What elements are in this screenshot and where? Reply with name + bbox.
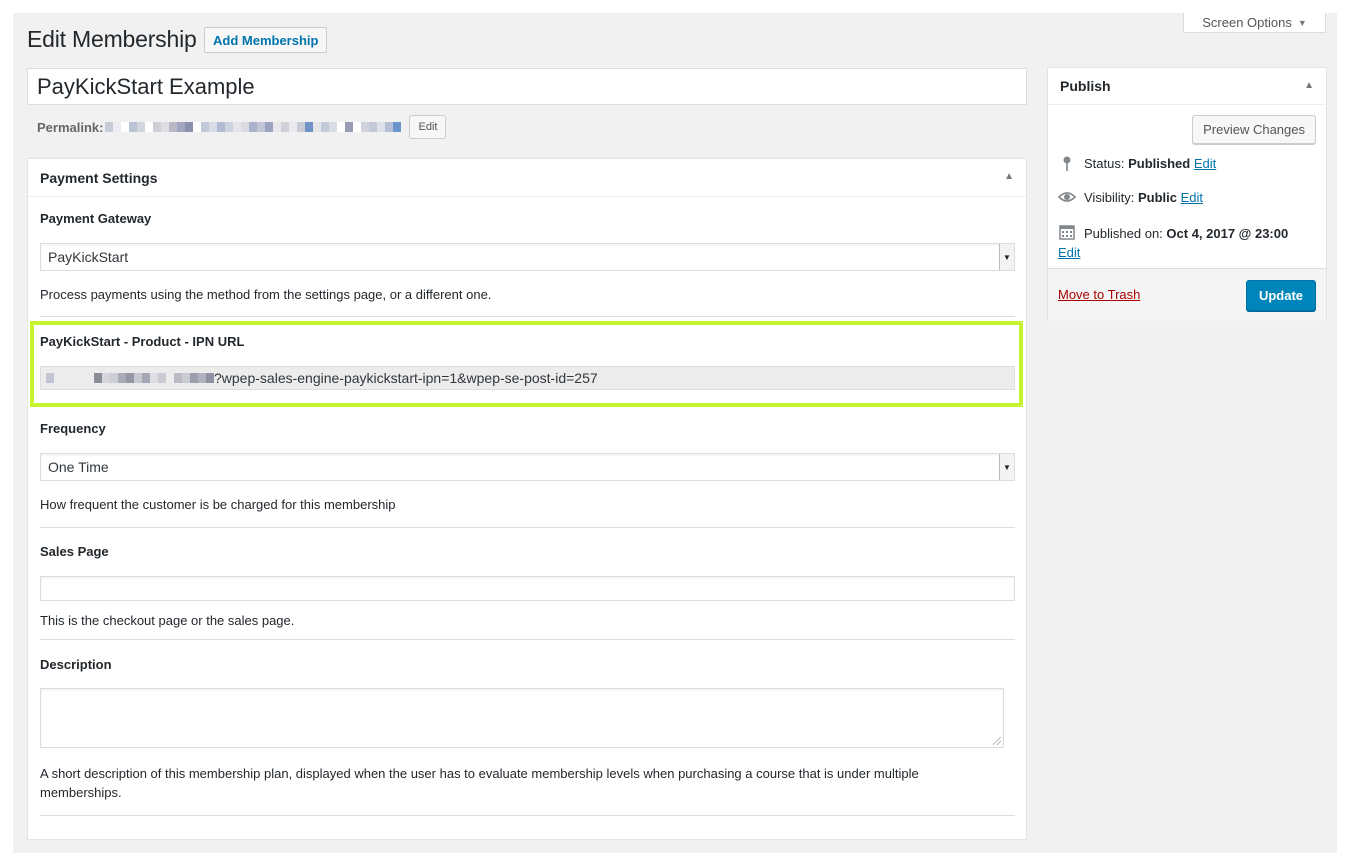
divider: [40, 527, 1015, 528]
dropdown-arrow-icon: ▼: [999, 454, 1014, 480]
payment-settings-box: Payment Settings ▲ Payment Gateway PayKi…: [27, 158, 1027, 840]
page-title: Edit Membership: [27, 26, 197, 52]
add-membership-button[interactable]: Add Membership: [204, 27, 328, 53]
frequency-selected: One Time: [48, 459, 109, 475]
post-title-input[interactable]: [27, 68, 1027, 105]
ipn-url-redacted-prefix: [46, 373, 214, 383]
sales-page-description: This is the checkout page or the sales p…: [40, 613, 295, 628]
payment-settings-title: Payment Settings: [40, 169, 158, 186]
published-on-label: Published on:: [1084, 226, 1163, 241]
status-value: Published: [1128, 156, 1191, 171]
divider: [40, 815, 1015, 816]
divider: [40, 639, 1015, 640]
description-textarea[interactable]: [40, 688, 1004, 748]
payment-gateway-select[interactable]: PayKickStart ▼: [40, 243, 1015, 271]
payment-gateway-selected: PayKickStart: [48, 249, 129, 265]
frequency-select[interactable]: One Time ▼: [40, 453, 1015, 481]
preview-changes-button[interactable]: Preview Changes: [1192, 115, 1316, 144]
sales-page-input[interactable]: [40, 576, 1015, 601]
visibility-value: Public: [1137, 190, 1177, 205]
status-edit-link[interactable]: Edit: [1194, 156, 1216, 171]
description-help-text: A short description of this membership p…: [40, 766, 919, 800]
screen-options-button[interactable]: Screen Options ▼: [1183, 13, 1326, 33]
published-on-value: Oct 4, 2017 @ 23:00: [1166, 226, 1289, 241]
status-row: Status: Published Edit: [1058, 156, 1216, 172]
screen-options-label: Screen Options: [1202, 15, 1292, 30]
collapse-toggle-icon[interactable]: ▲: [1004, 171, 1014, 182]
update-button[interactable]: Update: [1245, 280, 1316, 311]
resize-handle-icon[interactable]: [993, 737, 1001, 745]
permalink-url-redacted[interactable]: [105, 122, 402, 132]
ipn-url-label: PayKickStart - Product - IPN URL: [40, 334, 245, 349]
status-label: Status:: [1084, 156, 1125, 171]
collapse-toggle-icon[interactable]: ▲: [1304, 80, 1314, 91]
permalink-label: Permalink:: [37, 119, 104, 135]
publish-header[interactable]: Publish ▲: [1048, 68, 1326, 105]
publish-box: Publish ▲ Preview Changes Status: Publis…: [1047, 67, 1327, 321]
publish-title: Publish: [1060, 78, 1111, 94]
eye-icon: [1058, 190, 1076, 204]
description-label: Description: [40, 657, 112, 672]
visibility-label: Visibility:: [1084, 190, 1135, 205]
caret-down-icon: ▼: [1297, 17, 1307, 28]
permalink-row: Permalink: Edit: [37, 115, 447, 139]
published-on-row: Published on: Oct 4, 2017 @ 23:00: [1058, 224, 1318, 244]
frequency-label: Frequency: [40, 421, 106, 436]
permalink-edit-button[interactable]: Edit: [409, 115, 447, 139]
payment-settings-header[interactable]: Payment Settings ▲: [28, 159, 1026, 197]
publish-actions: Move to Trash Update: [1048, 268, 1326, 321]
divider: [40, 316, 1015, 317]
visibility-row: Visibility: Public Edit: [1058, 190, 1203, 205]
move-to-trash-link[interactable]: Move to Trash: [1058, 287, 1140, 302]
calendar-icon: [1058, 224, 1076, 240]
frequency-description: How frequent the customer is be charged …: [40, 497, 396, 512]
sales-page-label: Sales Page: [40, 544, 109, 559]
ipn-url-field[interactable]: ?wpep-sales-engine-paykickstart-ipn=1&wp…: [40, 366, 1015, 390]
published-on-edit-link[interactable]: Edit: [1058, 245, 1080, 260]
payment-gateway-description: Process payments using the method from t…: [40, 287, 492, 302]
payment-gateway-label: Payment Gateway: [40, 211, 152, 226]
dropdown-arrow-icon: ▼: [999, 244, 1014, 270]
ipn-url-value: ?wpep-sales-engine-paykickstart-ipn=1&wp…: [214, 370, 598, 386]
pin-icon: [1058, 156, 1076, 172]
visibility-edit-link[interactable]: Edit: [1181, 190, 1203, 205]
